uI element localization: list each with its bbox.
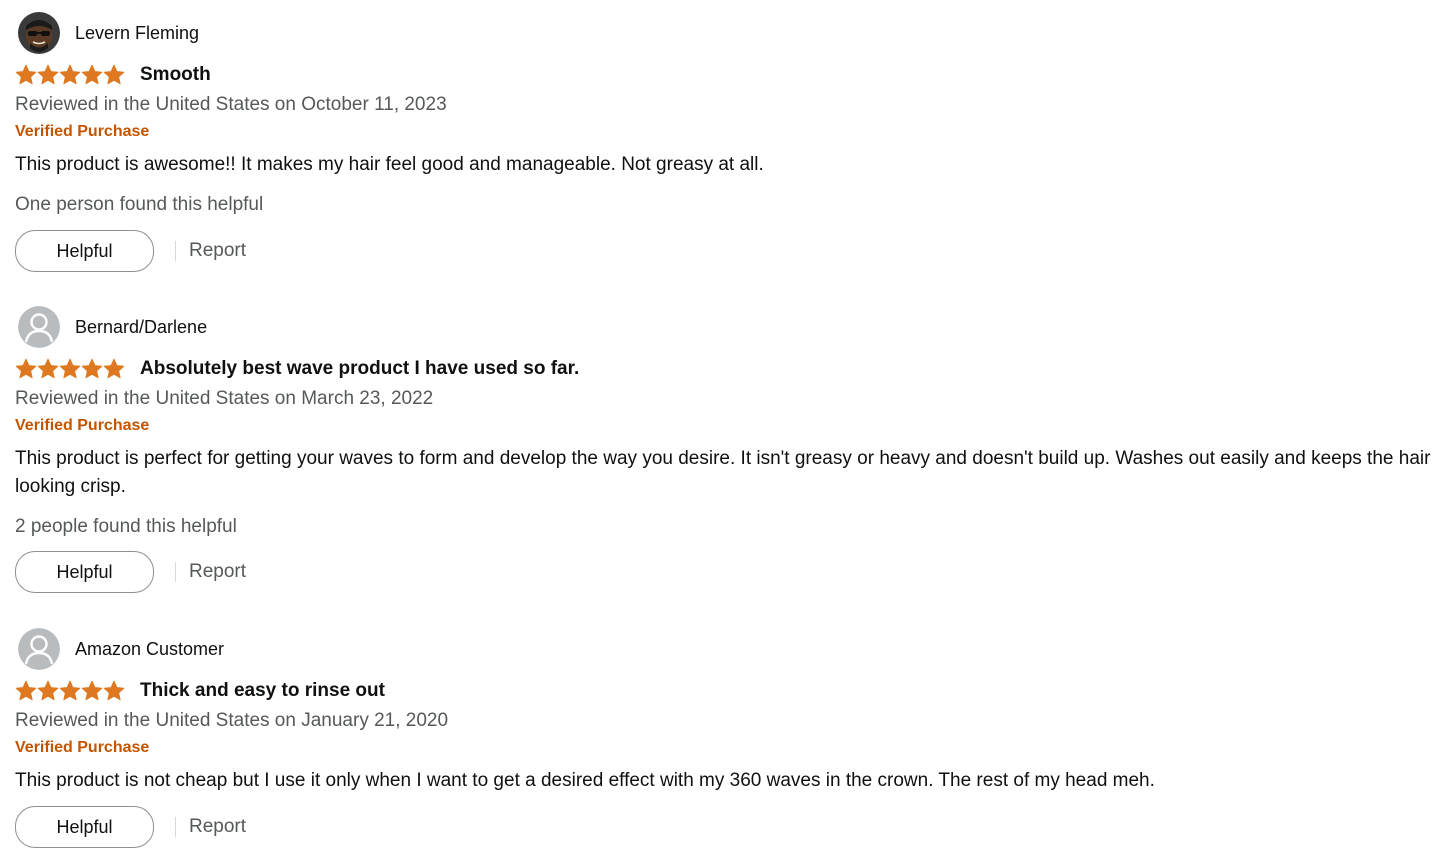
star-icon	[37, 358, 59, 379]
star-icon	[37, 680, 59, 701]
default-user-avatar-icon	[18, 628, 60, 670]
reviewer-profile[interactable]: Amazon Customer	[18, 628, 224, 670]
verified-purchase-badge[interactable]: Verified Purchase	[15, 122, 149, 142]
review-body: This product is awesome!! It makes my ha…	[15, 154, 764, 175]
star-icon	[103, 64, 125, 85]
review-date: Reviewed in the United States on October…	[15, 94, 447, 115]
star-icon	[59, 64, 81, 85]
star-icon	[15, 358, 37, 379]
helpful-button[interactable]: Helpful	[15, 230, 154, 272]
star-icon	[15, 64, 37, 85]
star-icon	[81, 358, 103, 379]
star-icon	[37, 64, 59, 85]
star-icon	[15, 680, 37, 701]
star-rating[interactable]	[15, 680, 126, 702]
helpful-count: 2 people found this helpful	[15, 516, 237, 537]
review-rating-row: Thick and easy to rinse out	[15, 677, 385, 705]
person-photo-avatar-icon	[18, 12, 60, 54]
review-date: Reviewed in the United States on March 2…	[15, 388, 434, 409]
action-divider	[175, 241, 176, 261]
star-rating[interactable]	[15, 64, 126, 86]
action-divider	[175, 562, 176, 582]
review-title[interactable]: Absolutely best wave product I have used…	[140, 358, 579, 380]
action-divider	[175, 817, 176, 837]
reviewer-profile[interactable]: Bernard/Darlene	[18, 306, 207, 348]
helpful-button[interactable]: Helpful	[15, 806, 154, 848]
report-link[interactable]: Report	[189, 561, 246, 583]
verified-purchase-badge[interactable]: Verified Purchase	[15, 416, 149, 436]
reviewer-name: Amazon Customer	[75, 638, 225, 659]
reviewer-name: Bernard/Darlene	[75, 316, 208, 337]
review-actions: Helpful Report	[15, 551, 246, 593]
review-body: This product is perfect for getting your…	[15, 448, 1431, 497]
star-rating[interactable]	[15, 358, 126, 380]
review-date: Reviewed in the United States on January…	[15, 710, 449, 731]
review-title[interactable]: Thick and easy to rinse out	[140, 680, 385, 702]
star-icon	[103, 680, 125, 701]
verified-purchase-badge[interactable]: Verified Purchase	[15, 738, 149, 758]
helpful-count: One person found this helpful	[15, 194, 264, 215]
star-icon	[59, 358, 81, 379]
review-actions: Helpful Report	[15, 230, 246, 272]
review-body: This product is not cheap but I use it o…	[15, 770, 1155, 791]
reviews-list: Levern Fleming Smooth Reviewed in the Un…	[0, 0, 1445, 863]
star-icon	[59, 680, 81, 701]
star-icon	[103, 358, 125, 379]
reviewer-default-avatar	[18, 628, 60, 670]
helpful-button[interactable]: Helpful	[15, 551, 154, 593]
default-user-avatar-icon	[18, 306, 60, 348]
reviewer-profile[interactable]: Levern Fleming	[18, 12, 199, 54]
review-rating-row: Smooth	[15, 61, 211, 89]
review-title[interactable]: Smooth	[140, 64, 211, 86]
star-icon	[81, 680, 103, 701]
reviewer-name: Levern Fleming	[75, 22, 200, 43]
report-link[interactable]: Report	[189, 816, 246, 838]
reviewer-photo-avatar	[18, 12, 60, 54]
review-actions: Helpful Report	[15, 806, 246, 848]
star-icon	[81, 64, 103, 85]
report-link[interactable]: Report	[189, 240, 246, 262]
reviewer-default-avatar	[18, 306, 60, 348]
review-rating-row: Absolutely best wave product I have used…	[15, 355, 579, 383]
